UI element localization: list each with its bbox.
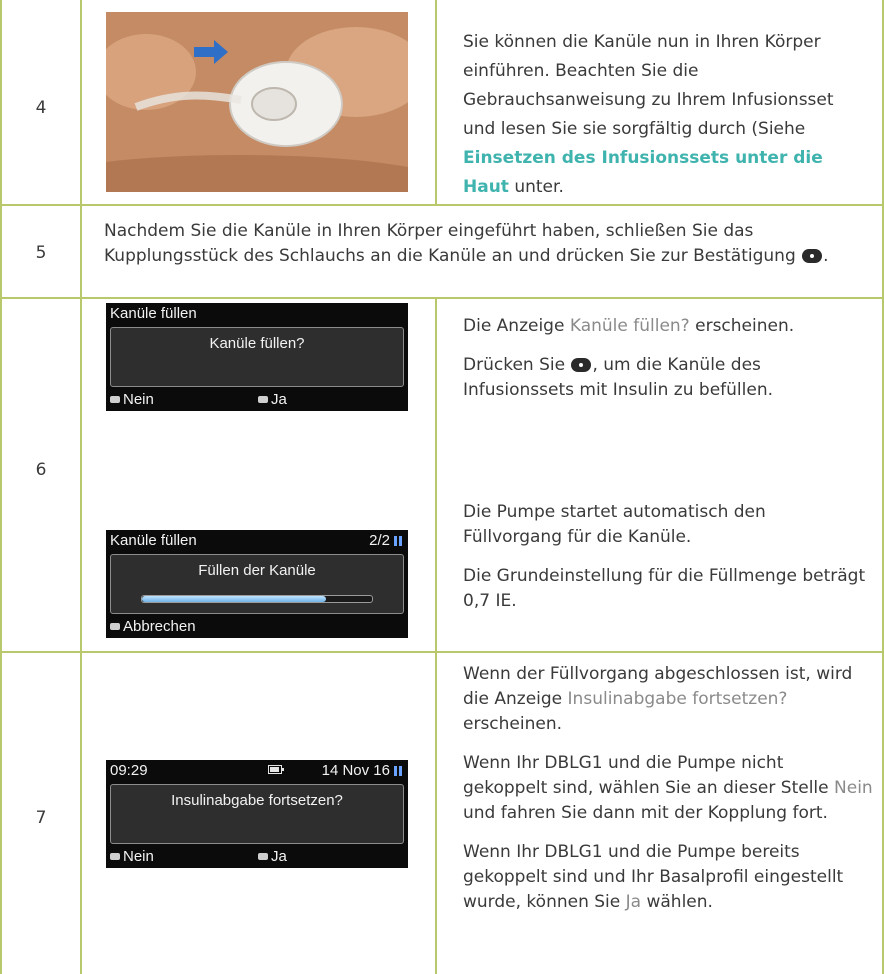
step7-p2-before: Wenn Ihr DBLG1 und die Pumpe nicht gekop… [463, 753, 835, 798]
screen-message: Insulinabgabe fortsetzen? [171, 792, 343, 809]
step7-p3-after: wählen. [641, 892, 713, 912]
infusion-set-illustration [106, 12, 408, 192]
signal-bars-icon [394, 536, 402, 546]
option-no: Nein [834, 778, 873, 798]
step4-text-after: unter. [508, 177, 564, 197]
step4-text-before: Sie können die Kanüle nun in Ihren Körpe… [463, 32, 834, 139]
screen-status: 14 Nov 16 [267, 760, 402, 782]
fill-progress-bar [141, 595, 373, 603]
screen-message-box: Kanüle füllen? [110, 327, 404, 387]
step6-p1-after: erscheinen. [689, 316, 795, 336]
row-divider-5-6 [0, 297, 884, 299]
ok-button-icon [802, 249, 823, 263]
option-yes: Ja [625, 892, 642, 912]
pump-screen-filling-progress: Kanüle füllen 2/2 Füllen der Kanüle Abbr… [106, 530, 408, 638]
step6-p2-before: Drücken Sie [463, 355, 571, 375]
screen-page-indicator: 2/2 [369, 530, 402, 552]
softkey-icon [258, 396, 268, 403]
softkey-icon [110, 853, 120, 860]
instruction-table: 4 Sie können die Kanüle nun in Ihren Kör… [0, 0, 884, 974]
fill-progress-value [142, 596, 326, 602]
column-divider-row4 [435, 0, 437, 204]
screen-message-box: Insulinabgabe fortsetzen? [110, 784, 404, 844]
step-number: 6 [35, 460, 47, 480]
screen-date: 14 Nov 16 [321, 762, 390, 779]
screen-message: Füllen der Kanüle [198, 562, 316, 579]
step6-text-a: Die Anzeige Kanüle füllen? erscheinen. D… [463, 314, 868, 403]
screen-message: Kanüle füllen? [209, 335, 305, 352]
step6-p3: Die Pumpe startet automatisch den Füllvo… [463, 502, 766, 547]
screen-title: Kanüle füllen [110, 532, 197, 549]
softkey-right[interactable]: Ja [258, 848, 287, 866]
step7-text: Wenn der Füllvorgang abgeschlossen ist, … [463, 662, 873, 915]
pump-screen-fill-confirm: Kanüle füllen Kanüle füllen? Nein Ja [106, 303, 408, 411]
step5-text-end: . [823, 246, 829, 266]
softkey-left[interactable]: Abbrechen [110, 618, 196, 636]
step-number: 5 [35, 243, 47, 263]
signal-bars-icon [394, 766, 402, 776]
softkey-icon [110, 396, 120, 403]
softkey-left[interactable]: Nein [110, 391, 154, 409]
step-number: 7 [35, 808, 47, 828]
step6-text-b: Die Pumpe startet automatisch den Füllvo… [463, 500, 868, 614]
step4-text: Sie können die Kanüle nun in Ihren Körpe… [463, 28, 868, 202]
row-divider-6-7 [0, 651, 884, 653]
column-divider-rows6-7 [435, 297, 437, 974]
battery-icon [267, 765, 284, 774]
softkey-left[interactable]: Nein [110, 848, 154, 866]
step6-p4: Die Grundeinstellung für die Füllmenge b… [463, 566, 866, 611]
step6-p1-before: Die Anzeige [463, 316, 570, 336]
row-divider-4-5 [0, 204, 884, 206]
screen-term: Insulinabgabe fortsetzen? [567, 689, 788, 709]
softkey-icon [110, 623, 120, 630]
screen-message-box: Füllen der Kanüle [110, 554, 404, 614]
pump-screen-resume-insulin: 09:29 14 Nov 16 Insulinabgabe fortsetzen… [106, 760, 408, 868]
ok-button-icon [571, 358, 592, 372]
step7-p2-after: und fahren Sie dann mit der Kopplung for… [463, 803, 828, 823]
softkey-right[interactable]: Ja [258, 391, 287, 409]
screen-title: Kanüle füllen [110, 305, 197, 322]
step-number: 4 [35, 98, 47, 118]
screen-time: 09:29 [110, 762, 148, 779]
step5-text: Nachdem Sie die Kanüle in Ihren Körper e… [104, 219, 874, 269]
screen-term: Kanüle füllen? [569, 316, 690, 336]
softkey-icon [258, 853, 268, 860]
step7-p1-after: erscheinen. [463, 714, 563, 734]
step5-text-body: Nachdem Sie die Kanüle in Ihren Körper e… [104, 221, 796, 266]
infusion-set-photo [106, 12, 408, 192]
